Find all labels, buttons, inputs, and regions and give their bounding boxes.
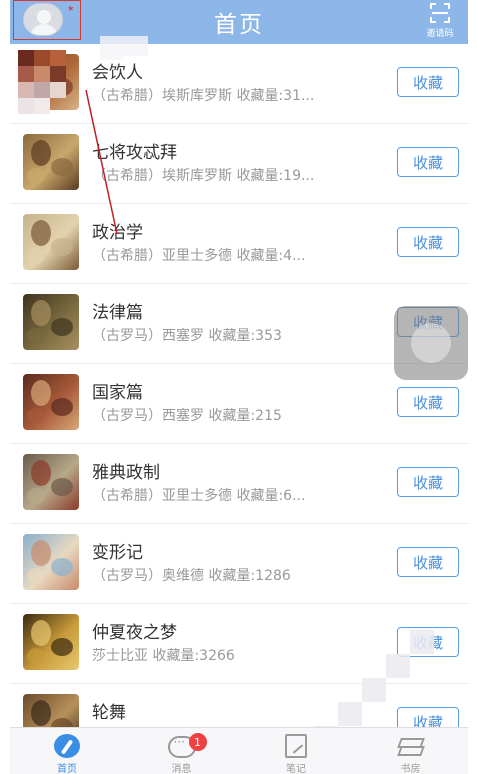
tab-2[interactable]: 笔记 xyxy=(239,728,353,774)
tab-0[interactable]: 首页 xyxy=(10,728,124,774)
tab-label: 书房 xyxy=(400,764,421,774)
floating-assistive-button[interactable] xyxy=(394,306,468,380)
floating-button-ring xyxy=(411,323,451,363)
bookshelf-icon xyxy=(396,736,425,758)
note-edit-icon xyxy=(285,734,307,758)
tab-label: 消息 xyxy=(171,764,192,774)
tab-1[interactable]: 消息 1 xyxy=(125,728,239,774)
bottom-tab-bar: 首页 消息 1 笔记 书房 xyxy=(10,727,468,774)
tab-label: 首页 xyxy=(57,764,77,774)
compass-icon xyxy=(54,734,80,758)
tab-label: 笔记 xyxy=(286,764,306,774)
tab-3[interactable]: 书房 xyxy=(354,728,468,774)
unread-badge: 1 xyxy=(188,733,207,751)
